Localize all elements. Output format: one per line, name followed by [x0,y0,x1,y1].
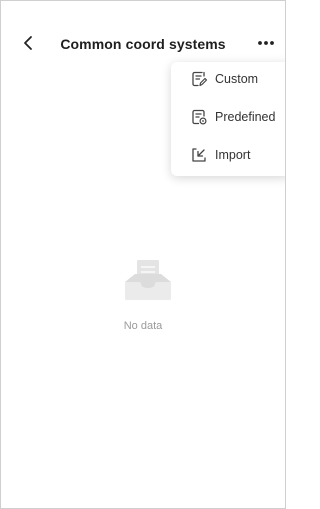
menu-item-label: Predefined [215,110,276,124]
app-screen: Common coord systems Custom Predefined I… [0,0,286,509]
menu-item-predefined[interactable]: Predefined [171,100,285,136]
menu-item-label: Import [215,148,251,162]
empty-state-text: No data [123,320,163,332]
menu-item-label: Custom [215,72,259,86]
options-dropdown-menu: Custom Predefined Import [171,62,285,176]
menu-item-custom[interactable]: Custom [171,62,285,98]
more-options-button[interactable] [255,33,277,53]
header-bar: Common coord systems [1,31,285,57]
document-settings-icon [192,109,207,125]
more-horizontal-icon [258,41,274,45]
document-edit-icon [192,71,208,87]
page-title: Common coord systems [60,36,226,52]
menu-item-import[interactable]: Import [171,138,285,174]
import-icon [192,148,206,162]
empty-inbox-icon [125,260,171,300]
